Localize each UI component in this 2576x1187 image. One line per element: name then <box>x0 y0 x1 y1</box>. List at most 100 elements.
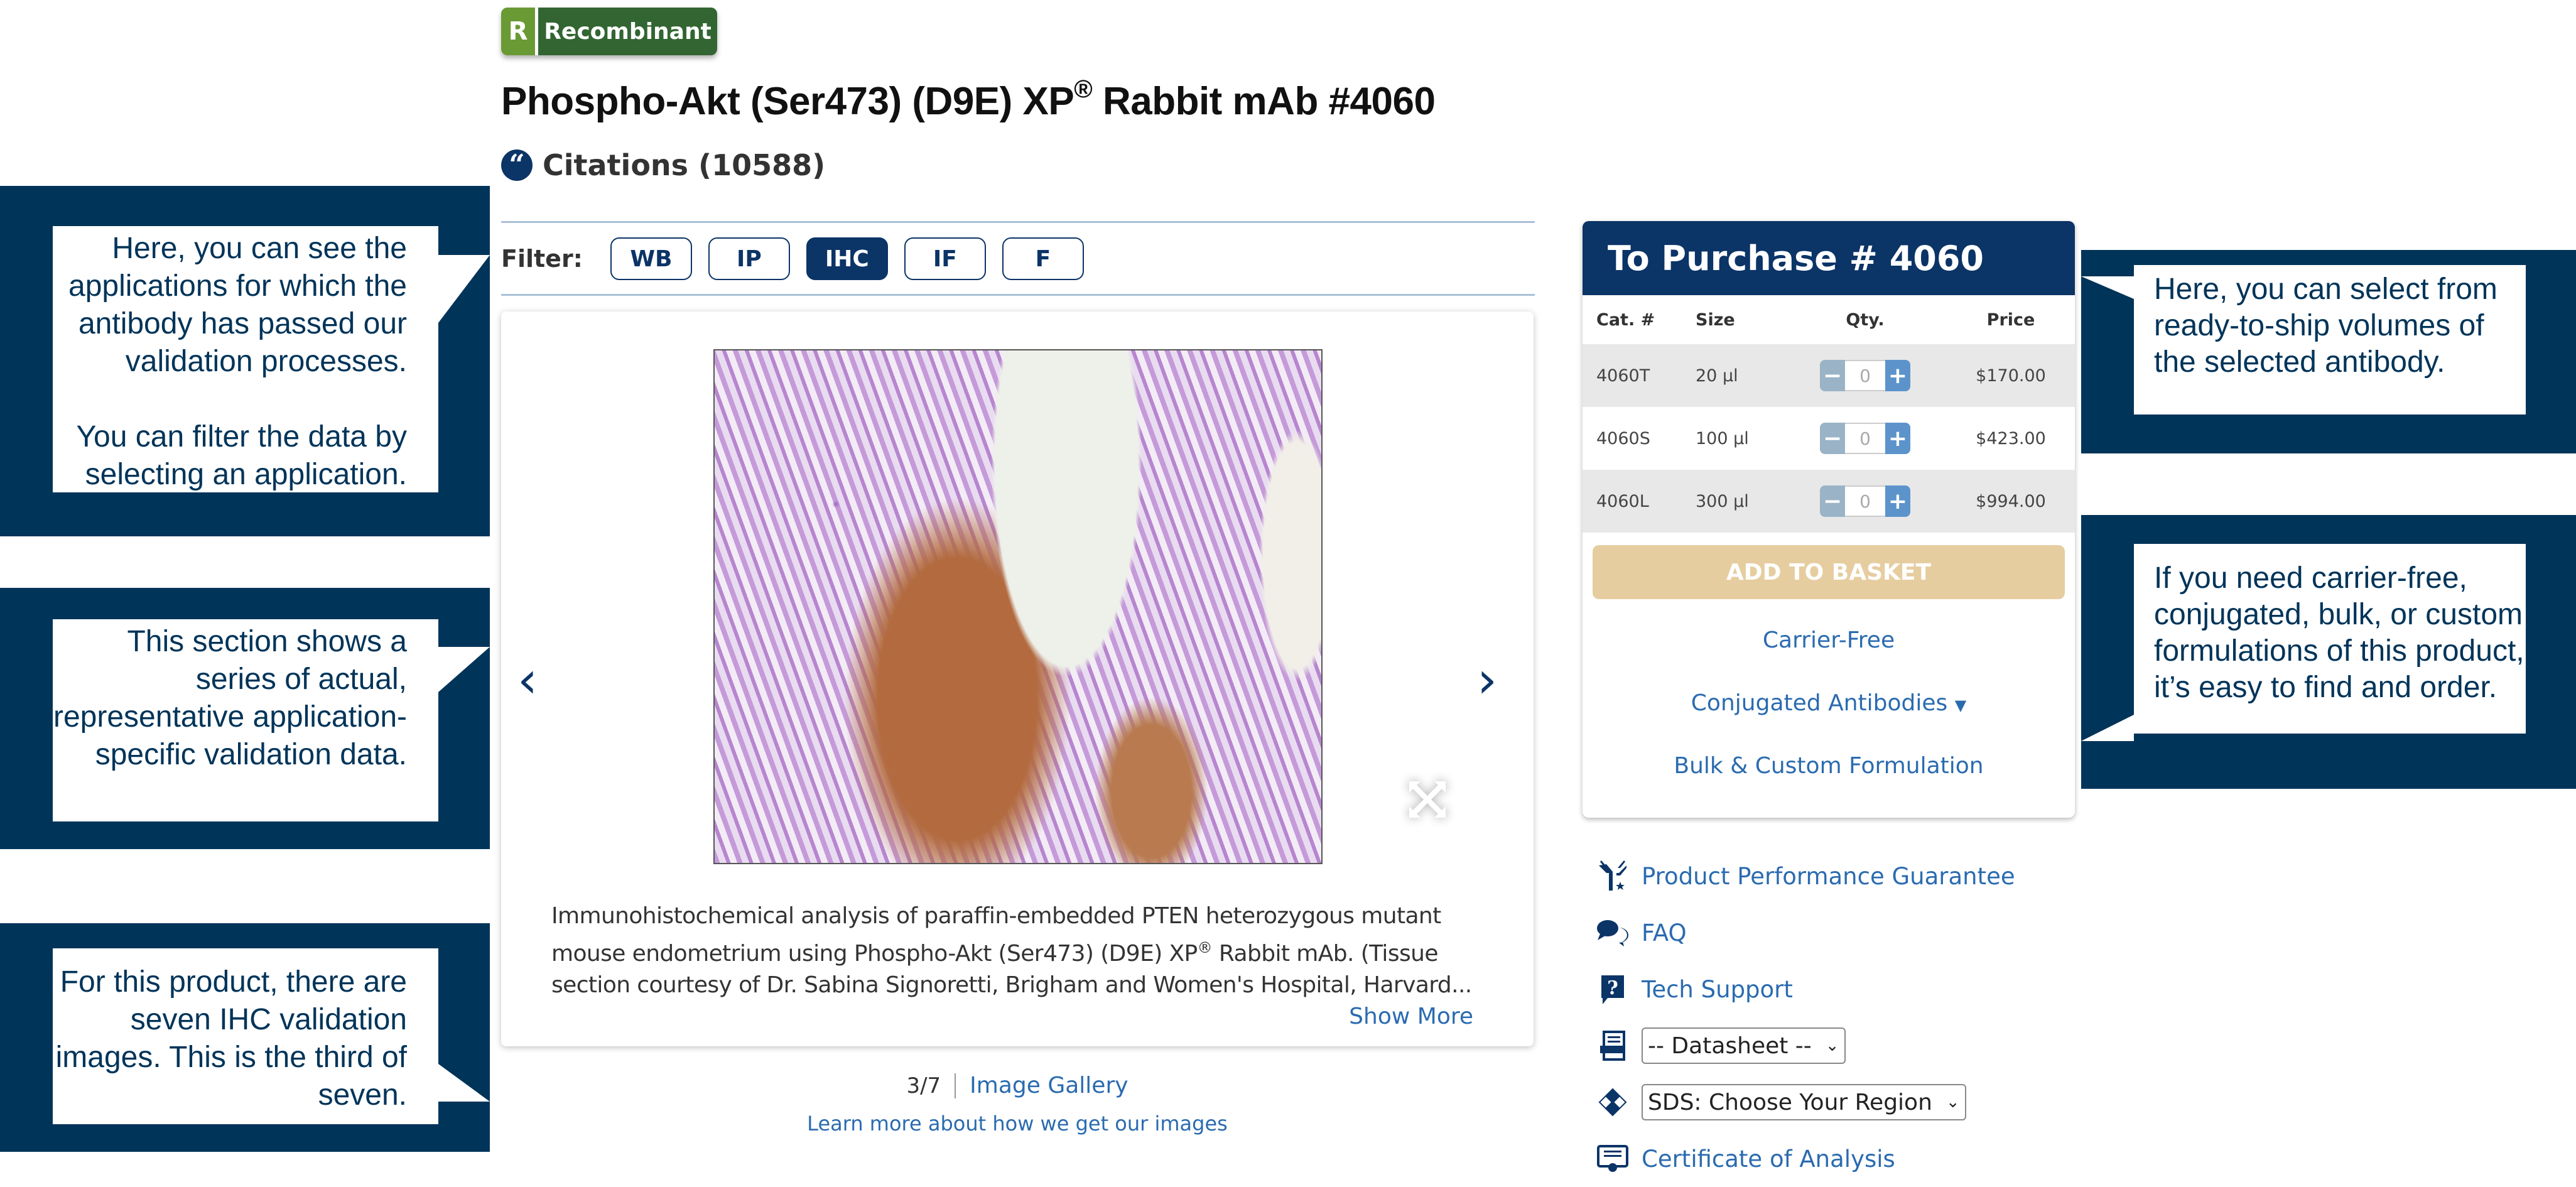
table-row: 4060L 300 µl − 0 + $994.00 <box>1583 470 2075 533</box>
size: 20 µl <box>1696 366 1738 386</box>
datasheet-select-value: -- Datasheet -- <box>1648 1033 1812 1059</box>
coa-link[interactable]: Certificate of Analysis <box>1595 1130 2015 1187</box>
callout-gallery-text: This section shows a series of actual, r… <box>53 619 438 821</box>
price: $170.00 <box>1976 366 2046 386</box>
conjugated-antibodies-dropdown[interactable]: Conjugated Antibodies ▼ <box>1583 682 2075 725</box>
title-main: Phospho-Akt (Ser473) (D9E) XP <box>501 80 1074 123</box>
callout-purchase-text: Here, you can select from ready-to-ship … <box>2134 265 2526 415</box>
quantity-input[interactable]: 0 <box>1845 485 1885 517</box>
sds-row: SDS: Choose Your Region ⌄ <box>1595 1074 2015 1130</box>
decrement-button[interactable]: − <box>1820 423 1845 454</box>
filter-wb[interactable]: WB <box>610 237 692 280</box>
cat-number: 4060T <box>1596 366 1650 386</box>
product-title: Phospho-Akt (Ser473) (D9E) XP® Rabbit mA… <box>501 75 1436 124</box>
chevron-right-icon[interactable]: › <box>1477 651 1497 709</box>
cat-number: 4060S <box>1596 428 1650 448</box>
ihc-image[interactable] <box>713 349 1323 864</box>
question-icon: ? <box>1595 972 1630 1007</box>
filter-ip[interactable]: IP <box>708 237 790 280</box>
quantity-input[interactable]: 0 <box>1845 423 1885 454</box>
add-to-basket-button[interactable]: ADD TO BASKET <box>1593 545 2065 599</box>
guarantee-link[interactable]: Product Performance Guarantee <box>1595 848 2015 904</box>
sds-select-value: SDS: Choose Your Region <box>1648 1089 1932 1115</box>
filter-if[interactable]: IF <box>904 237 986 280</box>
col-qty: Qty. <box>1846 310 1885 330</box>
image-gallery-link[interactable]: Image Gallery <box>956 1073 1128 1098</box>
certificate-icon <box>1595 1141 1630 1176</box>
chevron-down-icon: ⌄ <box>1946 1093 1960 1112</box>
callout-text: Here, you can see the applications for w… <box>68 232 407 378</box>
image-position: 3/7 <box>906 1073 956 1098</box>
datasheet-row: -- Datasheet -- ⌄ <box>1595 1017 2015 1074</box>
increment-button[interactable]: + <box>1885 485 1910 517</box>
citations-link[interactable]: “ Citations (10588) <box>501 148 825 182</box>
registered-mark: ® <box>1197 939 1213 957</box>
cat-number: 4060L <box>1596 491 1649 511</box>
callout-pointer <box>2081 715 2134 741</box>
decrement-button[interactable]: − <box>1820 360 1845 391</box>
recombinant-badge: R Recombinant <box>501 8 717 55</box>
expand-icon[interactable] <box>1405 778 1449 821</box>
chevron-left-icon[interactable]: ‹ <box>517 651 538 709</box>
recombinant-letter: R <box>501 8 538 55</box>
image-gallery-card: ‹ › Immunohistochemical analysis of para… <box>501 312 1534 1046</box>
carrier-free-link[interactable]: Carrier-Free <box>1583 619 2075 662</box>
size: 100 µl <box>1696 428 1749 448</box>
svg-text:?: ? <box>1607 977 1618 999</box>
conjugated-label: Conjugated Antibodies <box>1691 690 1948 716</box>
registered-mark: ® <box>1074 75 1093 103</box>
callout-pointer <box>2081 276 2134 299</box>
application-filter: Filter: WB IP IHC IF F <box>501 237 1100 280</box>
callout-formulations: If you need carrier-free, conjugated, bu… <box>2081 515 2576 789</box>
faq-label: FAQ <box>1642 919 1687 946</box>
bulk-custom-link[interactable]: Bulk & Custom Formulation <box>1583 745 2075 788</box>
learn-more-link[interactable]: Learn more about how we get our images <box>501 1112 1534 1136</box>
quote-icon: “ <box>501 149 533 181</box>
antibody-icon <box>1595 859 1630 894</box>
callout-count-text: For this product, there are seven IHC va… <box>53 948 438 1124</box>
table-row: 4060S 100 µl − 0 + $423.00 <box>1583 407 2075 470</box>
purchase-panel: To Purchase # 4060 Cat. # Size Qty. Pric… <box>1583 221 2075 818</box>
faq-link[interactable]: FAQ <box>1595 904 2015 961</box>
tech-support-label: Tech Support <box>1642 975 1793 1003</box>
divider <box>501 294 1535 296</box>
caret-down-icon: ▼ <box>1954 696 1967 714</box>
chevron-down-icon: ⌄ <box>1825 1036 1839 1055</box>
gallery-pager: 3/7 Image Gallery <box>501 1073 1534 1098</box>
quantity-stepper: − 0 + <box>1820 485 1910 517</box>
datasheet-icon <box>1595 1028 1630 1063</box>
table-row: 4060T 20 µl − 0 + $170.00 <box>1583 344 2075 407</box>
datasheet-select[interactable]: -- Datasheet -- ⌄ <box>1642 1027 1846 1064</box>
tech-support-link[interactable]: ? Tech Support <box>1595 961 2015 1017</box>
filter-label: Filter: <box>501 245 583 273</box>
sds-region-select[interactable]: SDS: Choose Your Region ⌄ <box>1642 1084 1966 1120</box>
callout-gallery: This section shows a series of actual, r… <box>0 588 490 849</box>
purchase-title: To Purchase # 4060 <box>1583 221 2075 295</box>
col-cat: Cat. # <box>1596 310 1655 330</box>
citations-count: Citations (10588) <box>543 148 826 182</box>
title-tail: Rabbit mAb #4060 <box>1092 80 1436 123</box>
decrement-button[interactable]: − <box>1820 485 1845 517</box>
filter-f[interactable]: F <box>1002 237 1084 280</box>
quantity-stepper: − 0 + <box>1820 360 1910 391</box>
image-caption: Immunohistochemical analysis of paraffin… <box>551 901 1481 1001</box>
coa-label: Certificate of Analysis <box>1642 1145 1895 1173</box>
callout-pointer <box>438 1064 490 1102</box>
resource-links: Product Performance Guarantee FAQ ? Tech… <box>1595 848 2015 1187</box>
price: $423.00 <box>1976 428 2046 448</box>
callout-pointer <box>438 255 490 323</box>
show-more-link[interactable]: Show More <box>1349 1004 1473 1029</box>
sds-diamond-icon <box>1595 1085 1630 1120</box>
chat-bubbles-icon <box>1595 915 1630 950</box>
size: 300 µl <box>1696 491 1749 511</box>
filter-ihc[interactable]: IHC <box>806 237 888 280</box>
increment-button[interactable]: + <box>1885 423 1910 454</box>
increment-button[interactable]: + <box>1885 360 1910 391</box>
col-price: Price <box>1986 310 2035 330</box>
recombinant-label: Recombinant <box>538 8 717 55</box>
callout-purchase: Here, you can select from ready-to-ship … <box>2081 250 2576 453</box>
guarantee-label: Product Performance Guarantee <box>1642 862 2015 890</box>
callout-filter: Here, you can see the applications for w… <box>0 186 490 536</box>
quantity-input[interactable]: 0 <box>1845 360 1885 391</box>
price: $994.00 <box>1976 491 2046 511</box>
